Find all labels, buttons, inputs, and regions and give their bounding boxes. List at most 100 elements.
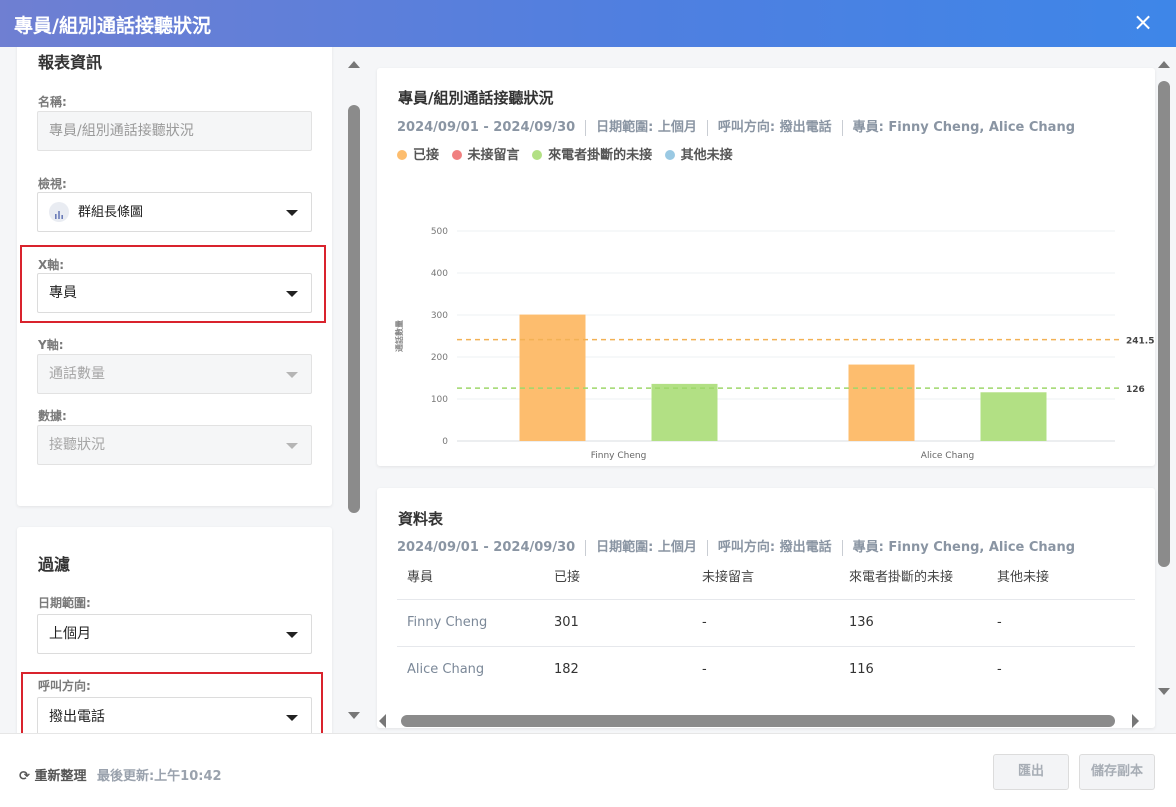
call-direction-highlight <box>21 672 323 733</box>
legend-label: 已接 <box>413 148 440 163</box>
save-copy-button[interactable]: 儲存副本 <box>1079 754 1155 790</box>
legend-label: 未接留言 <box>467 148 520 163</box>
legend-item[interactable]: 來電者掛斷的未接 <box>532 144 652 163</box>
scroll-left-icon[interactable] <box>379 714 386 728</box>
table-cell: - <box>987 599 1135 647</box>
last-updated-text: 最後更新:上午10:42 <box>96 769 222 784</box>
table-cell: 136 <box>839 599 987 647</box>
view-select[interactable]: 群組長條圖 <box>37 192 312 232</box>
date-range-label: 日期範圍: <box>38 596 91 610</box>
table-cell: Finny Cheng <box>397 599 544 647</box>
bar <box>848 364 915 441</box>
legend-label: 來電者掛斷的未接 <box>548 148 653 163</box>
table-row: Alice Chang 182 - 116 - <box>397 646 1135 693</box>
legend-dot <box>397 150 407 160</box>
table-cell: 182 <box>554 662 579 678</box>
legend-dot <box>451 150 462 160</box>
meta-date-range: 2024/09/01 - 2024/09/30 <box>397 120 576 135</box>
scroll-down-icon[interactable] <box>1158 688 1170 695</box>
data-select: 接聽狀況 <box>37 425 312 465</box>
dialog-content: 報表資訊 名稱: 專員/組別通話接聽狀況 檢視: 群組長條圖 X軸: 專員 Y軸… <box>0 47 1176 733</box>
meta-direction: 呼叫方向: 撥出電話 <box>717 120 832 135</box>
table-cell: - <box>692 599 839 647</box>
y-tick-label: 100 <box>431 395 448 405</box>
scroll-up-icon[interactable] <box>1158 61 1170 68</box>
x-axis-highlight <box>20 245 326 323</box>
legend-dot <box>532 150 543 160</box>
y-axis-title: 通話數量 <box>394 320 404 352</box>
date-range-select[interactable]: 上個月 <box>37 614 312 654</box>
data-select-value: 接聽狀況 <box>49 437 105 453</box>
view-select-value: 群組長條圖 <box>78 205 144 220</box>
column-header[interactable]: 其他未接 <box>987 553 1135 600</box>
view-label: 檢視: <box>38 177 67 191</box>
x-tick-label: Finny Cheng <box>591 451 647 461</box>
bar <box>519 314 586 441</box>
column-header[interactable]: 未接留言 <box>692 553 839 600</box>
chart-title: 專員/組別通話接聽狀況 <box>398 89 554 107</box>
refresh-label: 重新整理 <box>34 769 87 784</box>
dialog-footer: ⟳ 重新整理 最後更新:上午10:42 匯出 儲存副本 <box>0 733 1176 807</box>
left-scrollbar-thumb[interactable] <box>348 105 360 513</box>
data-label: 數據: <box>38 409 67 423</box>
bar-chart: 0 100 200 300 400 500 Finny Cheng Alice Chang 24… <box>394 227 1154 461</box>
average-line-label: 241.5 <box>1126 337 1154 347</box>
refresh-icon: ⟳ <box>19 769 30 784</box>
right-scrollbar-thumb[interactable] <box>1158 81 1170 567</box>
chevron-down-icon <box>286 210 298 216</box>
column-header[interactable]: 已接 <box>544 553 692 600</box>
column-header[interactable]: 專員 <box>397 553 544 600</box>
data-table-card: 資料表 2024/09/01 - 2024/09/30 日期範圍: 上個月 呼叫方向… <box>377 488 1155 728</box>
y-tick-label: 400 <box>431 269 448 279</box>
y-tick-label: 500 <box>431 227 448 237</box>
legend-item[interactable]: 其他未接 <box>664 144 733 163</box>
chevron-down-icon <box>286 632 298 638</box>
date-range-value: 上個月 <box>49 626 91 642</box>
table-header-row: 專員 已接 未接留言 來電者掛斷的未接 其他未接 <box>397 553 1135 600</box>
refresh-button[interactable]: ⟳ 重新整理 最後更新:上午10:42 <box>19 765 222 784</box>
bar <box>651 383 718 441</box>
legend-dot <box>664 150 675 160</box>
chevron-down-icon <box>286 372 298 378</box>
divider <box>585 119 587 136</box>
horizontal-scrollbar-thumb[interactable] <box>401 715 1115 727</box>
chart-meta: 2024/09/01 - 2024/09/30 日期範圍: 上個月 呼叫方向: 撥出… <box>397 116 1075 136</box>
name-label: 名稱: <box>38 95 67 109</box>
legend-label: 其他未接 <box>680 148 733 163</box>
legend-item[interactable]: 已接 <box>397 144 439 163</box>
export-button[interactable]: 匯出 <box>993 754 1069 790</box>
y-axis-select-value: 通話數量 <box>49 366 105 382</box>
bar <box>980 392 1047 441</box>
dialog-title: 專員/組別通話接聽狀況 <box>14 15 211 37</box>
dialog-header: 專員/組別通話接聽狀況 × <box>0 0 1176 47</box>
meta-date-scope: 日期範圍: 上個月 <box>596 120 697 135</box>
table-cell: 301 <box>544 599 692 647</box>
y-tick-label: 0 <box>442 437 448 447</box>
data-table: 專員 已接 未接留言 來電者掛斷的未接 其他未接 Finny Cheng 301… <box>397 553 1135 693</box>
scroll-right-icon[interactable] <box>1132 714 1139 728</box>
table-cell: Alice Chang <box>407 662 485 678</box>
y-axis-label: Y軸: <box>38 338 64 352</box>
data-table-title: 資料表 <box>398 510 444 528</box>
divider <box>706 119 708 136</box>
close-icon[interactable]: × <box>1131 9 1155 35</box>
divider <box>841 119 843 136</box>
scroll-up-icon[interactable] <box>348 61 360 68</box>
name-field[interactable]: 專員/組別通話接聽狀況 <box>37 111 312 151</box>
meta-agents: 專員: Finny Cheng, Alice Chang <box>852 120 1075 135</box>
chart-legend: 已接 未接留言 來電者掛斷的未接 其他未接 <box>397 144 741 163</box>
y-tick-label: 300 <box>431 311 448 321</box>
legend-item[interactable]: 未接留言 <box>451 144 520 163</box>
column-header[interactable]: 來電者掛斷的未接 <box>839 553 987 600</box>
table-cell: 116 <box>849 662 874 678</box>
table-row: Finny Cheng 301 - 136 - <box>397 599 1135 647</box>
x-tick-label: Alice Chang <box>921 451 974 461</box>
bar-chart-icon <box>49 202 69 222</box>
report-info-title: 報表資訊 <box>38 53 103 72</box>
filter-title: 過濾 <box>38 555 71 574</box>
average-line-label: 126 <box>1126 385 1145 395</box>
y-axis-select: 通話數量 <box>37 354 312 394</box>
table-cell: - <box>702 662 707 678</box>
scroll-down-icon[interactable] <box>348 712 360 719</box>
chart-card: 專員/組別通話接聽狀況 2024/09/01 - 2024/09/30 日期範圍:… <box>377 68 1155 466</box>
